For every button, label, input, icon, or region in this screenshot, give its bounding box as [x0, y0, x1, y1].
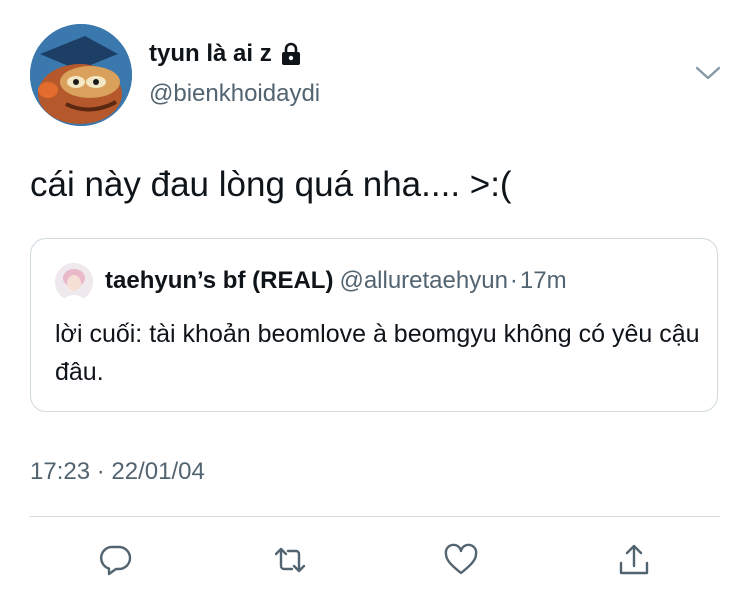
author-display-name[interactable]: tyun là ai z [149, 40, 272, 68]
quoted-time: 17m [519, 267, 567, 294]
tweet-timestamp[interactable]: 17:23 · 22/01/04 [30, 458, 205, 486]
quoted-avatar [55, 263, 93, 301]
chevron-down-icon[interactable] [694, 62, 722, 84]
retweet-icon[interactable] [270, 540, 310, 580]
tweet-text: cái này đau lòng quá nha.... >:( [30, 165, 512, 204]
author-handle[interactable]: @bienkhoidaydi [149, 80, 320, 108]
divider [30, 516, 720, 517]
author-name-row: tyun là ai z [149, 40, 302, 68]
lock-icon [280, 42, 302, 66]
share-icon[interactable] [614, 540, 654, 580]
quoted-tweet-card[interactable]: taehyun’s bf (REAL) @alluretaehyun·17m lờ… [30, 238, 718, 412]
quoted-text: lời cuối: tài khoản beomlove à beomgyu k… [55, 320, 700, 386]
separator-dot: · [509, 267, 518, 294]
quoted-handle: @alluretaehyun [339, 267, 508, 294]
quoted-display-name: taehyun’s bf (REAL) [105, 267, 334, 294]
author-avatar[interactable] [30, 24, 132, 126]
like-icon[interactable] [441, 540, 481, 580]
reply-icon[interactable] [96, 540, 136, 580]
avatar-cartoon-fish-icon [30, 24, 132, 126]
quoted-header: taehyun’s bf (REAL) @alluretaehyun·17m [105, 267, 567, 295]
